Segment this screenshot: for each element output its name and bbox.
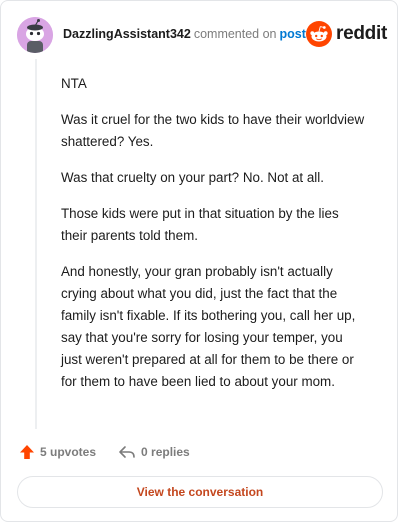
username-link[interactable]: DazzlingAssistant342: [63, 27, 191, 41]
upvotes-stat[interactable]: 5 upvotes: [19, 444, 96, 460]
thread-line: [35, 59, 37, 429]
comment-paragraph: Those kids were put in that situation by…: [61, 206, 339, 243]
view-conversation-button[interactable]: View the conversation: [17, 476, 383, 508]
replies-stat[interactable]: 0 replies: [118, 444, 190, 460]
comment-meta: DazzlingAssistant342 commented on post: [63, 27, 306, 41]
comment-footer: 5 upvotes 0 replies: [19, 441, 190, 463]
reply-arrow-icon: [119, 446, 135, 458]
comment-paragraph: NTA: [61, 76, 87, 91]
reddit-logo-icon: [306, 21, 333, 47]
reddit-wordmark: reddit: [336, 23, 387, 44]
commented-on-text: commented on: [193, 27, 277, 41]
snoo-avatar-icon: [17, 17, 53, 53]
comment-paragraph: Was it cruel for the two kids to have th…: [61, 112, 365, 149]
comment-paragraph: Was that cruelty on your part? No. Not a…: [61, 170, 324, 185]
comment-card: DazzlingAssistant342 commented on post red…: [0, 0, 398, 522]
avatar[interactable]: [17, 17, 53, 53]
upvote-arrow-icon: [20, 445, 34, 459]
post-link[interactable]: post: [280, 27, 306, 41]
comment-header: DazzlingAssistant342 commented on post red…: [17, 15, 387, 55]
upvotes-count: 5 upvotes: [40, 445, 97, 459]
reddit-logo[interactable]: reddit: [306, 20, 387, 48]
replies-count: 0 replies: [141, 445, 190, 459]
comment-paragraph: And honestly, your gran probably isn't a…: [61, 264, 356, 389]
comment-body: NTA Was it cruel for the two kids to hav…: [61, 73, 367, 407]
